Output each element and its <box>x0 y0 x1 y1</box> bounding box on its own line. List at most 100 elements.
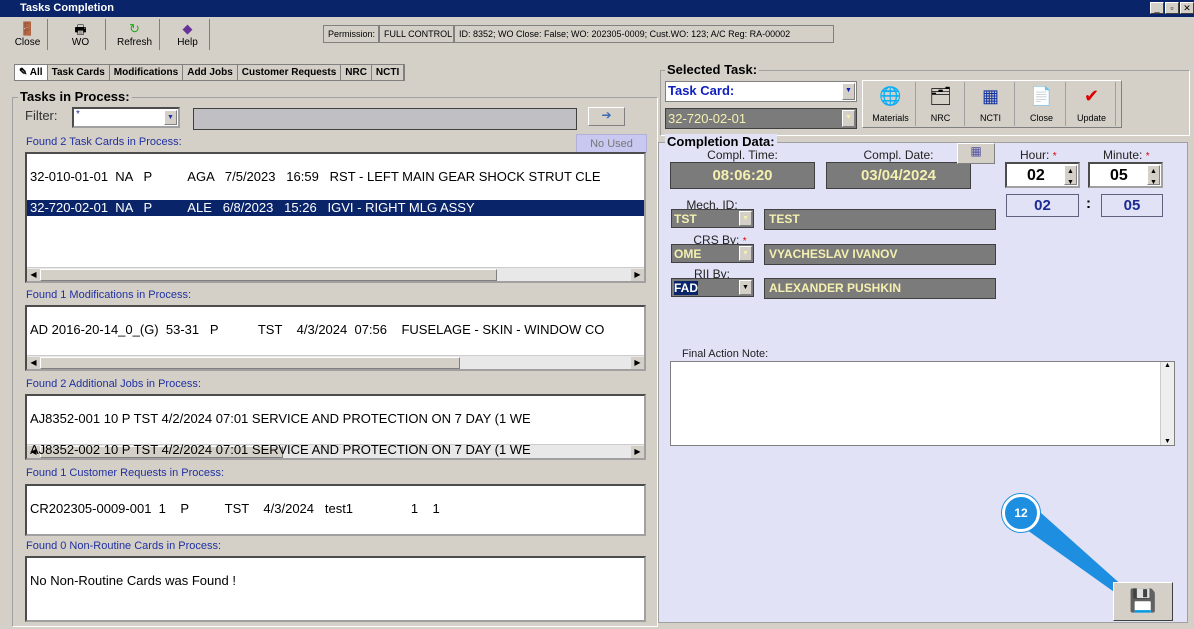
door-icon: 🚪 <box>19 21 36 36</box>
spin-arrows-icon[interactable]: ▲ ▼ <box>1064 165 1077 186</box>
tab-modifications[interactable]: Modifications <box>110 65 184 80</box>
help-button[interactable]: ◆ Help <box>166 19 210 50</box>
floppy-disk-icon: 💾 <box>1129 588 1157 613</box>
time-separator: : <box>1086 195 1091 212</box>
mech-id-combo[interactable]: TST ▼ <box>671 209 754 228</box>
update-button[interactable]: ✔ Update <box>1068 82 1116 126</box>
list-item[interactable]: CR202305-0009-001 1 P TST 4/3/2024 test1… <box>27 501 644 517</box>
task-number-combo[interactable]: 32-720-02-01 ▼ <box>665 108 857 129</box>
tab-bar: ✎ All Task Cards Modifications Add Jobs … <box>14 64 406 81</box>
chevron-down-icon[interactable]: ▼ <box>739 211 752 226</box>
work-order-info: ID: 8352; WO Close: False; WO: 202305-00… <box>454 25 834 43</box>
crs-name-field: VYACHESLAV IVANOV <box>764 244 996 265</box>
tasks-in-process-title: Tasks in Process: <box>18 89 132 104</box>
list-item[interactable]: 32-010-01-01 NA P AGA 7/5/2023 16:59 RST… <box>27 169 644 185</box>
chevron-down-icon[interactable]: ▼ <box>164 110 177 125</box>
save-button[interactable]: 💾 <box>1113 582 1173 621</box>
scroll-thumb[interactable] <box>40 269 497 281</box>
window-title: Tasks Completion <box>20 2 114 14</box>
globe-hand-icon: 🌐 <box>879 86 902 106</box>
selected-task-title: Selected Task: <box>665 62 760 77</box>
chevron-down-icon[interactable]: ▼ <box>739 246 752 261</box>
final-action-note-textarea[interactable]: ▲ ▼ <box>670 361 1175 446</box>
nrc-button[interactable]: 🗂 NRC <box>917 82 965 126</box>
mech-id-value: TST <box>674 212 697 226</box>
printer-icon: 🖶 <box>74 22 87 37</box>
modifications-count-label: Found 1 Modifications in Process: <box>26 289 192 301</box>
title-bar: Tasks Completion <box>0 0 1194 17</box>
customer-requests-list[interactable]: CR202305-0009-001 1 P TST 4/3/2024 test1… <box>25 484 646 536</box>
nrc-list[interactable]: No Non-Routine Cards was Found ! <box>25 556 646 622</box>
apply-filter-button[interactable]: ➔ <box>588 107 625 126</box>
help-book-icon: ◆ <box>182 21 193 36</box>
tab-customer-requests[interactable]: Customer Requests <box>238 65 342 80</box>
minute-spinner[interactable]: 05 ▲ ▼ <box>1088 162 1163 188</box>
crs-by-combo[interactable]: OME ▼ <box>671 244 754 263</box>
spin-arrows-icon[interactable]: ▲ ▼ <box>1147 165 1160 186</box>
compl-date-value: 03/04/2024 <box>826 162 971 189</box>
list-item[interactable]: AJ8352-001 10 P TST 4/2/2024 07:01 SERVI… <box>27 411 644 427</box>
chevron-down-icon[interactable]: ▼ <box>842 110 855 127</box>
tab-task-cards[interactable]: Task Cards <box>48 65 110 80</box>
nrc-label: NRC <box>930 113 951 123</box>
refresh-icon: ↻ <box>129 21 140 36</box>
materials-label: Materials <box>872 113 909 123</box>
permission-value: FULL CONTROL <box>379 25 454 43</box>
nrc-count-label: Found 0 Non-Routine Cards in Process: <box>26 540 222 552</box>
chevron-down-icon[interactable]: ▼ <box>842 83 855 100</box>
mech-name-field: TEST <box>764 209 996 230</box>
rii-by-value: FAD <box>674 281 698 295</box>
final-action-note-label: Final Action Note: <box>682 348 769 360</box>
completion-data-title: Completion Data: <box>665 134 777 149</box>
horizontal-scrollbar[interactable]: ◀ ▶ <box>27 267 644 281</box>
rii-by-combo[interactable]: FAD ▼ <box>671 278 754 297</box>
scroll-right-icon[interactable]: ▶ <box>631 357 644 369</box>
filter-combo[interactable]: * ▼ <box>72 107 180 128</box>
table-import-icon: ▦ <box>981 86 1000 106</box>
ncti-label: NCTI <box>980 113 1001 123</box>
hour-spinner[interactable]: 02 ▲ ▼ <box>1005 162 1080 188</box>
callout-badge: 12 <box>1002 494 1040 532</box>
permission-label: Permission: <box>323 25 379 43</box>
tab-nrc[interactable]: NRC <box>341 65 372 80</box>
wo-button[interactable]: 🖶 WO <box>56 19 106 50</box>
refresh-button[interactable]: ↻ Refresh <box>110 19 160 50</box>
close-button[interactable]: 🚪 Close <box>8 19 48 50</box>
tab-all[interactable]: ✎ All <box>15 65 48 80</box>
hour-value: 02 <box>1027 167 1045 184</box>
hour-display: 02 <box>1006 194 1079 217</box>
list-item[interactable]: AJ8352-002 10 P TST 4/2/2024 07:01 SERVI… <box>27 442 644 458</box>
restore-button[interactable]: ▫ <box>1165 2 1179 14</box>
vertical-scrollbar[interactable]: ▲ ▼ <box>1160 362 1174 445</box>
horizontal-scrollbar[interactable]: ◀ ▶ <box>27 355 644 369</box>
list-item-selected[interactable]: 32-720-02-01 NA P ALE 6/8/2023 15:26 IGV… <box>27 200 644 216</box>
additional-jobs-list[interactable]: AJ8352-001 10 P TST 4/2/2024 07:01 SERVI… <box>25 394 646 460</box>
no-used-button[interactable]: No Used <box>576 134 647 153</box>
minute-value: 05 <box>1110 167 1128 184</box>
tab-add-jobs[interactable]: Add Jobs <box>183 65 238 80</box>
materials-button[interactable]: 🌐 Materials <box>866 82 916 126</box>
customer-requests-count-label: Found 1 Customer Requests in Process: <box>26 467 225 479</box>
task-type-combo[interactable]: Task Card: ▼ <box>665 81 857 102</box>
task-cards-list[interactable]: 32-010-01-01 NA P AGA 7/5/2023 16:59 RST… <box>25 152 646 283</box>
additional-jobs-count-label: Found 2 Additional Jobs in Process: <box>26 378 201 390</box>
chevron-down-icon[interactable]: ▼ <box>739 280 752 295</box>
minute-display: 05 <box>1101 194 1163 217</box>
scroll-left-icon[interactable]: ◀ <box>27 357 40 369</box>
minimize-button[interactable]: _ <box>1150 2 1164 14</box>
list-item: No Non-Routine Cards was Found ! <box>30 573 236 588</box>
scroll-thumb[interactable] <box>40 357 460 369</box>
close-task-button[interactable]: 📄 Close <box>1018 82 1066 126</box>
compl-date-label: Compl. Date: <box>863 148 934 162</box>
ncti-button[interactable]: ▦ NCTI <box>967 82 1015 126</box>
list-item[interactable]: AD 2016-20-14_0_(G) 53-31 P TST 4/3/2024… <box>27 322 644 338</box>
close-window-button[interactable]: ✕ <box>1180 2 1194 14</box>
filter-text-field[interactable] <box>193 108 577 130</box>
modifications-list[interactable]: AD 2016-20-14_0_(G) 53-31 P TST 4/3/2024… <box>25 305 646 371</box>
calendar-button[interactable]: ▦ <box>957 143 995 164</box>
close-label: Close <box>14 37 41 48</box>
scroll-left-icon[interactable]: ◀ <box>27 269 40 281</box>
scroll-right-icon[interactable]: ▶ <box>631 269 644 281</box>
tab-ncti[interactable]: NCTI <box>372 65 405 80</box>
required-mark: * <box>1052 151 1057 162</box>
